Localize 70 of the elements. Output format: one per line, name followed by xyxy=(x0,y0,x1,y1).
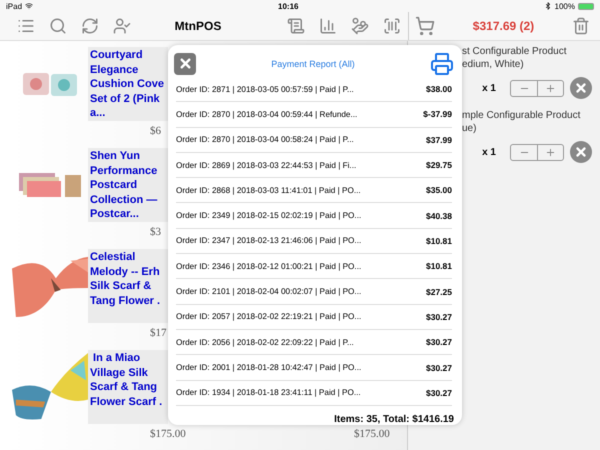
order-description: Order ID: 2057 | 2018-02-02 22:19:21 | Paid | PO... xyxy=(176,312,362,322)
product-price: $6 xyxy=(150,125,161,137)
clock: 10:16 xyxy=(278,2,298,10)
order-amount: $10.81 xyxy=(426,261,452,272)
close-icon xyxy=(178,56,192,72)
wifi-icon xyxy=(25,2,34,10)
plus-icon xyxy=(545,82,556,94)
order-amount: $38.00 xyxy=(426,84,452,94)
order-description: Order ID: 2346 | 2018-02-12 01:00:21 | Paid | PO... xyxy=(176,262,362,271)
order-description: Order ID: 2349 | 2018-02-15 02:02:19 | Paid | PO... xyxy=(176,211,362,220)
user-check-icon[interactable] xyxy=(113,17,131,35)
order-description: Order ID: 2870 | 2018-03-04 00:58:24 | Paid | P... xyxy=(176,135,354,144)
product-price: $175.00 xyxy=(150,428,186,440)
order-amount: $30.27 xyxy=(426,388,452,398)
order-description: Order ID: 2870 | 2018-03-04 00:59:44 | Refunde... xyxy=(176,110,358,119)
order-amount: $-37.99 xyxy=(423,109,452,120)
print-button[interactable] xyxy=(430,52,454,76)
cart-total: $317.69 (2) xyxy=(472,19,534,33)
sync-icon[interactable] xyxy=(81,17,99,35)
order-description: Order ID: 2868 | 2018-03-03 11:41:01 | Paid | PO... xyxy=(176,186,361,195)
item-quantity: x 1 xyxy=(481,146,496,158)
hand-coins-icon[interactable] xyxy=(351,17,369,35)
cart-icon[interactable] xyxy=(415,16,435,36)
order-description: Order ID: 2347 | 2018-02-13 21:46:06 | Paid | PO... xyxy=(176,236,362,246)
bluetooth-icon xyxy=(544,2,552,10)
remove-button[interactable] xyxy=(570,77,592,99)
device-name: iPad xyxy=(6,2,22,10)
order-description: Order ID: 2871 | 2018-03-05 00:57:59 | Paid | P... xyxy=(176,84,354,94)
order-amount: $40.38 xyxy=(426,210,452,221)
order-amount: $30.27 xyxy=(426,337,452,348)
trash-icon[interactable] xyxy=(572,17,590,35)
close-icon xyxy=(574,145,588,159)
order-amount: $27.25 xyxy=(426,286,452,297)
product-price: $17 xyxy=(150,327,166,339)
order-amount: $30.27 xyxy=(426,362,452,373)
battery-icon xyxy=(578,2,594,10)
dialog-title: Payment Report (All) xyxy=(271,58,355,69)
product-title[interactable]: Celestial Melody -- Erh Silk Scarf & Tang Flower . xyxy=(88,249,168,323)
remove-button[interactable] xyxy=(570,141,592,163)
chart-icon[interactable] xyxy=(319,17,337,35)
search-icon[interactable] xyxy=(49,17,67,35)
menu-icon[interactable] xyxy=(17,17,35,35)
close-button[interactable] xyxy=(174,52,196,75)
cart-item-name: st Configurable Product edium, White) xyxy=(462,45,568,71)
product-price: $3 xyxy=(150,226,161,238)
product-title[interactable]: Courtyard Elegance Cushion Cove Set of 2 (Pink a... xyxy=(88,47,168,121)
quantity-stepper[interactable] xyxy=(510,80,564,96)
order-amount: $29.75 xyxy=(426,160,452,170)
order-amount: $35.00 xyxy=(426,185,452,196)
order-amount: $37.99 xyxy=(426,134,452,145)
barcode-scanner-icon[interactable] xyxy=(383,17,401,35)
product-title[interactable]: Shen Yun Performance Postcard Collection — Postcar... xyxy=(88,148,168,222)
battery-level: 100% xyxy=(554,2,575,10)
order-description: Order ID: 1934 | 2018-01-18 23:41:11 | Paid | PO... xyxy=(176,388,361,398)
product-title[interactable]: In a Miao Village Silk Scarf & Tang Flower Scarf . xyxy=(88,350,168,424)
order-description: Order ID: 2056 | 2018-02-02 22:09:22 | Paid | P... xyxy=(176,338,354,347)
receipt-icon[interactable] xyxy=(287,17,305,35)
report-summary: Items: 35, Total: $1416.19 xyxy=(334,414,454,425)
item-quantity: x 1 xyxy=(481,82,496,94)
order-description: Order ID: 2869 | 2018-03-03 22:44:53 | Paid | Fi... xyxy=(176,160,356,170)
plus-icon xyxy=(545,146,556,158)
order-description: Order ID: 2001 | 2018-01-28 10:42:47 | Paid | PO... xyxy=(176,363,362,372)
order-amount: $30.27 xyxy=(426,312,452,322)
quantity-stepper[interactable] xyxy=(510,144,564,160)
order-description: Order ID: 2101 | 2018-02-04 00:02:07 | Paid | PO... xyxy=(176,287,362,296)
product-price: $175.00 xyxy=(354,428,390,440)
app-title: MtnPOS xyxy=(174,19,222,33)
close-icon xyxy=(574,81,588,95)
order-amount: $10.81 xyxy=(426,236,452,246)
cart-item-name: mple Configurable Product ue) xyxy=(462,109,582,135)
